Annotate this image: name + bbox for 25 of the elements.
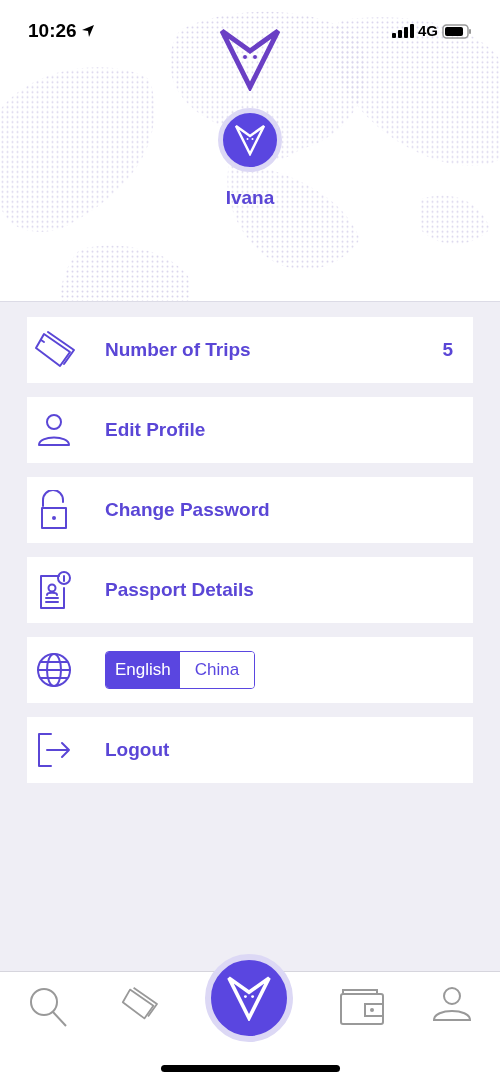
logout-icon [37,732,71,768]
menu-item[interactable]: Change Password [27,477,473,543]
battery-icon [442,23,472,39]
trip-count: 5 [442,337,453,362]
network-label: 4G [418,20,438,41]
location-arrow-icon [80,24,95,38]
tickets-icon [32,330,76,370]
globe-icon [36,652,72,688]
signal-icon [392,24,414,38]
profile-icon[interactable] [432,986,472,1022]
fox-logo-icon [218,27,282,91]
menu-item[interactable]: Edit Profile [27,397,473,463]
search-icon[interactable] [28,986,70,1028]
unlocked-padlock-icon [39,490,69,530]
wallet-icon[interactable] [339,986,385,1026]
language-option[interactable]: English [106,652,180,688]
menu-item[interactable]: Number of Trips 5 [27,317,473,383]
menu-item[interactable]: Passport Details [27,557,473,623]
fox-logo-icon [226,975,272,1021]
status-time: 10:26 [28,18,77,43]
person-icon [37,413,71,447]
id-card-icon [37,570,71,610]
user-name: Ivana [225,186,275,210]
fox-logo-icon [234,124,266,156]
menu-item[interactable]: Logout [27,717,473,783]
